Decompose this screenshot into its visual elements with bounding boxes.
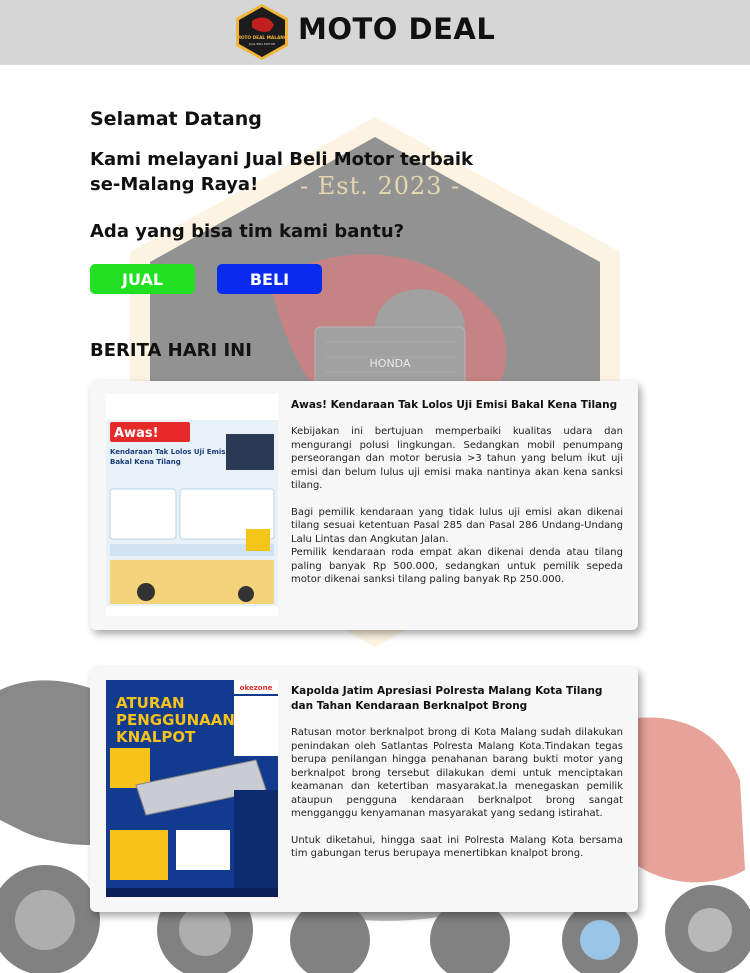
site-header: MOTO DEAL MALANG JUAL BELI MOTOR MOTO DE… xyxy=(0,0,750,65)
svg-text:Bakal Kena Tilang: Bakal Kena Tilang xyxy=(110,458,181,466)
news-paragraph: Untuk diketahui, hingga saat ini Polrest… xyxy=(291,834,623,860)
news-heading: BERITA HARI INI xyxy=(90,340,252,361)
news-paragraph: Ratusan motor berknalpot brong di Kota M… xyxy=(291,727,623,819)
svg-text:ATURAN: ATURAN xyxy=(116,694,185,712)
svg-text:MOTO DEAL MALANG: MOTO DEAL MALANG xyxy=(237,35,288,41)
news-content: Awas! Kendaraan Tak Lolos Uji Emisi Baka… xyxy=(291,398,623,587)
svg-text:okezone: okezone xyxy=(240,684,273,692)
svg-text:Awas!: Awas! xyxy=(114,426,159,441)
beli-button[interactable]: BELI xyxy=(217,264,322,294)
news-paragraph: Pemilik kendaraan roda empat akan dikena… xyxy=(291,547,623,585)
brand-title: MOTO DEAL xyxy=(298,12,496,46)
news-card[interactable]: ATURAN PENGGUNAAN KNALPOT okezone Kapold… xyxy=(90,667,638,912)
svg-text:PENGGUNAAN: PENGGUNAAN xyxy=(116,711,235,729)
svg-text:KNALPOT: KNALPOT xyxy=(116,728,196,746)
svg-text:Kendaraan Tak Lolos Uji Emisi: Kendaraan Tak Lolos Uji Emisi xyxy=(110,448,228,456)
bike-brand-text: HONDA xyxy=(370,357,411,370)
tagline-line-2: se-Malang Raya! xyxy=(90,174,259,195)
moto-deal-logo[interactable]: MOTO DEAL MALANG JUAL BELI MOTOR xyxy=(234,3,290,61)
news-card[interactable]: Awas! Kendaraan Tak Lolos Uji Emisi Baka… xyxy=(90,381,638,630)
news-paragraph: Bagi pemilik kendaraan yang tidak lulus … xyxy=(291,506,623,545)
svg-text:JUAL BELI MOTOR: JUAL BELI MOTOR xyxy=(248,42,275,46)
news-thumbnail-exhaust[interactable]: ATURAN PENGGUNAAN KNALPOT okezone xyxy=(106,680,278,897)
help-question: Ada yang bisa tim kami bantu? xyxy=(90,221,405,242)
news-title[interactable]: Kapolda Jatim Apresiasi Polresta Malang … xyxy=(291,684,623,714)
jual-button[interactable]: JUAL xyxy=(90,264,195,294)
news-content: Kapolda Jatim Apresiasi Polresta Malang … xyxy=(291,684,623,861)
news-title[interactable]: Awas! Kendaraan Tak Lolos Uji Emisi Baka… xyxy=(291,398,623,413)
tagline-line-1: Kami melayani Jual Beli Motor terbaik xyxy=(90,149,474,170)
intro-section: Selamat Datang Kami melayani Jual Beli M… xyxy=(90,108,530,242)
news-thumbnail-emission[interactable]: Awas! Kendaraan Tak Lolos Uji Emisi Baka… xyxy=(106,394,278,616)
welcome-heading: Selamat Datang xyxy=(90,108,262,130)
tagline: Kami melayani Jual Beli Motor terbaik se… xyxy=(90,147,530,197)
news-paragraph: Kebijakan ini bertujuan memperbaiki kual… xyxy=(291,426,623,491)
